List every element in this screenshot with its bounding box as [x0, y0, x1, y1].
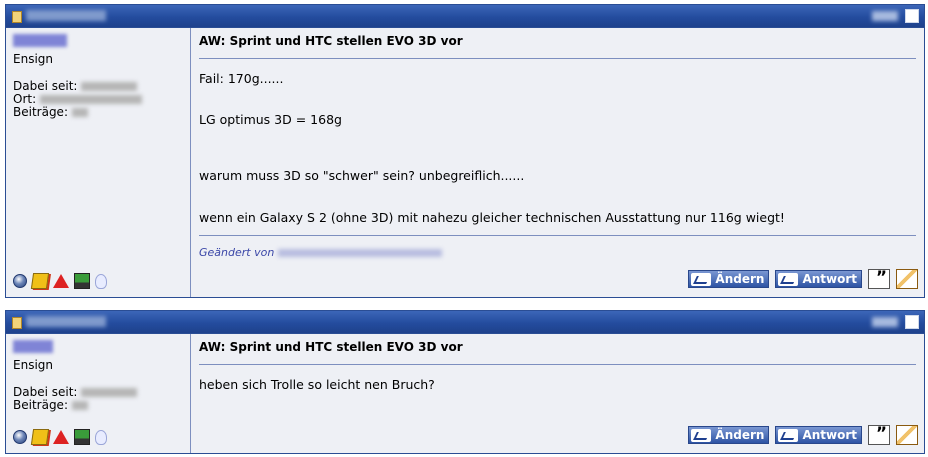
select-post-checkbox[interactable]	[905, 9, 919, 23]
yellow-card-icon[interactable]	[30, 273, 50, 289]
edit-pencil-icon[interactable]	[896, 269, 918, 289]
post-document-icon	[12, 11, 22, 23]
post-date-redacted	[26, 10, 106, 21]
message-line: Fail: 170g......	[199, 71, 284, 86]
user-icons	[13, 429, 107, 445]
post-header	[6, 311, 924, 334]
post-2: Ensign Dabei seit: Beiträge: AW: Sprint …	[5, 310, 925, 454]
computer-icon[interactable]	[74, 429, 90, 445]
user-rank: Ensign	[13, 52, 53, 66]
post-actions: Ändern Antwort	[688, 425, 918, 445]
edit-pencil-icon[interactable]	[896, 425, 918, 445]
user-meta: Dabei seit: Ort: Beiträge:	[13, 79, 143, 119]
computer-icon[interactable]	[74, 273, 90, 289]
post-date-redacted	[26, 316, 106, 327]
reply-icon	[778, 428, 799, 442]
message-line: LG optimus 3D = 168g	[199, 112, 342, 127]
user-rank: Ensign	[13, 358, 53, 372]
post-title: AW: Sprint und HTC stellen EVO 3D vor	[199, 34, 463, 48]
globe-icon[interactable]	[13, 430, 27, 444]
joined-label: Dabei seit:	[13, 385, 78, 399]
message-line: warum muss 3D so "schwer" sein? unbegrei…	[199, 168, 525, 183]
divider	[199, 364, 916, 365]
edit-button[interactable]: Ändern	[688, 426, 770, 444]
location-label: Ort:	[13, 92, 37, 106]
post-number-redacted[interactable]	[872, 317, 898, 327]
edited-prefix: Geändert von	[199, 246, 275, 259]
reply-icon	[778, 272, 799, 286]
post-actions: Ändern Antwort	[688, 269, 918, 289]
user-info-panel: Ensign Dabei seit: Ort: Beiträge:	[6, 28, 191, 297]
user-meta: Dabei seit: Beiträge:	[13, 385, 138, 412]
posts-count-label: Beiträge:	[13, 105, 68, 119]
posts-count-label: Beiträge:	[13, 398, 68, 412]
edit-icon	[691, 428, 712, 442]
reply-button[interactable]: Antwort	[775, 426, 862, 444]
yellow-card-icon[interactable]	[30, 429, 50, 445]
post-1: Ensign Dabei seit: Ort: Beiträge: AW: Sp…	[5, 4, 925, 298]
username-redacted[interactable]	[13, 34, 67, 47]
reply-button[interactable]: Antwort	[775, 270, 862, 288]
divider	[199, 58, 916, 59]
message-panel: AW: Sprint und HTC stellen EVO 3D vor Fa…	[191, 28, 924, 297]
lightbulb-icon	[95, 429, 107, 445]
post-title: AW: Sprint und HTC stellen EVO 3D vor	[199, 340, 463, 354]
message-panel: AW: Sprint und HTC stellen EVO 3D vor he…	[191, 334, 924, 453]
quote-icon[interactable]	[868, 269, 890, 289]
message-line: heben sich Trolle so leicht nen Bruch?	[199, 377, 435, 392]
warning-icon[interactable]	[53, 274, 69, 288]
message-line: wenn ein Galaxy S 2 (ohne 3D) mit nahezu…	[199, 210, 785, 225]
lightbulb-icon	[95, 273, 107, 289]
post-document-icon	[12, 317, 22, 329]
divider	[199, 235, 916, 236]
joined-label: Dabei seit:	[13, 79, 78, 93]
user-icons	[13, 273, 107, 289]
username-redacted[interactable]	[13, 340, 53, 353]
quote-icon[interactable]	[868, 425, 890, 445]
edit-button[interactable]: Ändern	[688, 270, 770, 288]
select-post-checkbox[interactable]	[905, 315, 919, 329]
post-number-redacted[interactable]	[872, 11, 898, 21]
globe-icon[interactable]	[13, 274, 27, 288]
user-info-panel: Ensign Dabei seit: Beiträge:	[6, 334, 191, 453]
edit-icon	[691, 272, 712, 286]
edited-note: Geändert von	[199, 246, 443, 259]
post-header	[6, 5, 924, 28]
warning-icon[interactable]	[53, 430, 69, 444]
